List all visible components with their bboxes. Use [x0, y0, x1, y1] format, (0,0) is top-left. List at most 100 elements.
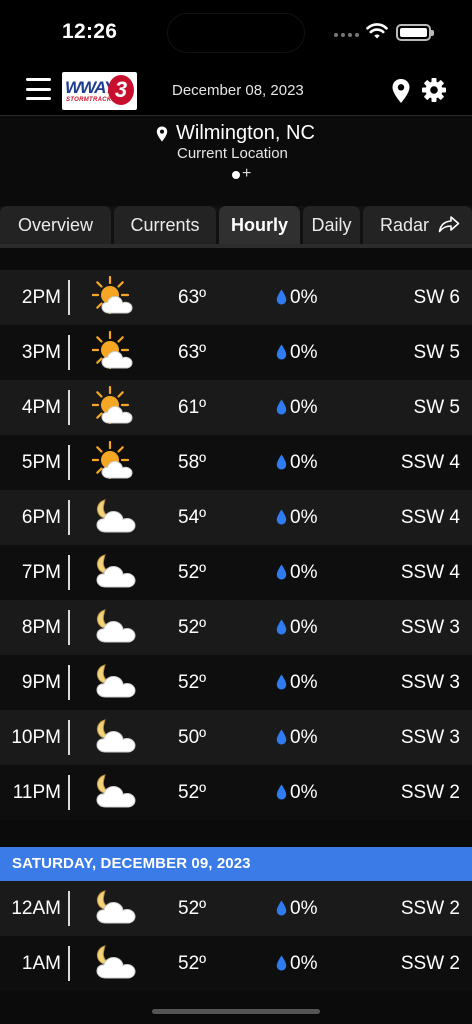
partly-sunny-icon — [92, 276, 133, 315]
partly-cloudy-night-icon — [96, 664, 136, 698]
row-divider — [68, 720, 70, 755]
precip-drop-icon — [276, 619, 287, 635]
hour-temperature: 52º — [178, 562, 207, 583]
precip-drop-icon — [276, 454, 287, 470]
page-indicator-dot[interactable] — [232, 171, 240, 179]
add-location-button[interactable]: + — [242, 165, 251, 183]
dynamic-island — [167, 13, 305, 53]
precip-drop-icon — [276, 399, 287, 415]
hour-wind: SSW 3 — [400, 727, 460, 748]
home-indicator[interactable] — [152, 1009, 320, 1014]
tomorrow-hours: 12AM 52º 0% SSW 2 1AM 52º 0% SSW 2 — [0, 881, 472, 991]
partly-sunny-icon — [92, 331, 133, 370]
precip-drop-icon — [276, 289, 287, 305]
partly-cloudy-night-icon — [96, 890, 136, 924]
hour-time: 12AM — [11, 898, 61, 919]
hour-temperature: 52º — [178, 953, 207, 974]
hour-row[interactable]: 8PM 52º 0% SSW 3 — [0, 600, 472, 655]
hour-precip-chance: 0% — [290, 452, 318, 473]
precip-drop-icon — [276, 674, 287, 690]
station-logo: WWAY STORMTRACK 3 — [62, 72, 137, 110]
hour-precip-chance: 0% — [290, 342, 318, 363]
partly-cloudy-night-icon — [96, 774, 136, 808]
precip-drop-icon — [276, 509, 287, 525]
precip-drop-icon — [276, 564, 287, 580]
hour-wind: SSW 2 — [400, 782, 460, 803]
hour-time: 2PM — [21, 287, 61, 308]
precip-drop-icon — [276, 900, 287, 916]
tab-overview[interactable]: Overview — [0, 206, 111, 244]
location-name: Wilmington, NC — [176, 122, 315, 144]
tab-hourly[interactable]: Hourly — [219, 206, 300, 244]
hour-temperature: 52º — [178, 617, 207, 638]
hour-temperature: 63º — [178, 342, 207, 363]
hour-time: 4PM — [21, 397, 61, 418]
row-divider — [68, 665, 70, 700]
location-pin-icon[interactable] — [391, 78, 411, 104]
precip-drop-icon — [276, 729, 287, 745]
hour-wind: SSW 4 — [400, 507, 460, 528]
hour-precip-chance: 0% — [290, 287, 318, 308]
precip-drop-icon — [276, 344, 287, 360]
hour-temperature: 63º — [178, 287, 207, 308]
hour-precip-chance: 0% — [290, 672, 318, 693]
location-selector[interactable]: Wilmington, NC Current Location + — [0, 117, 472, 192]
hour-row[interactable]: 10PM 50º 0% SSW 3 — [0, 710, 472, 765]
partly-sunny-icon — [92, 386, 133, 425]
hour-row[interactable]: 1AM 52º 0% SSW 2 — [0, 936, 472, 991]
hour-temperature: 61º — [178, 397, 207, 418]
settings-gear-icon[interactable] — [421, 77, 447, 103]
hour-temperature: 52º — [178, 672, 207, 693]
hour-row[interactable]: 4PM 61º 0% SW 5 — [0, 380, 472, 435]
hour-precip-chance: 0% — [290, 507, 318, 528]
tab-currents[interactable]: Currents — [114, 206, 216, 244]
hour-row[interactable]: 11PM 52º 0% SSW 2 — [0, 765, 472, 820]
hour-precip-chance: 0% — [290, 562, 318, 583]
hour-precip-chance: 0% — [290, 782, 318, 803]
hour-row[interactable]: 2PM 63º 0% SW 6 — [0, 270, 472, 325]
today-hours: 2PM 63º 0% SW 6 3PM 63º 0% SW 5 4PM 61º … — [0, 270, 472, 820]
partly-sunny-icon — [92, 441, 133, 480]
location-pin-icon — [156, 126, 168, 142]
wifi-icon — [366, 23, 388, 39]
hour-temperature: 52º — [178, 898, 207, 919]
app-header: WWAY STORMTRACK 3 December 08, 2023 — [0, 62, 472, 116]
tab-bar: Overview Currents Hourly Daily Radar — [0, 206, 472, 244]
tab-radar[interactable]: Radar — [363, 206, 472, 244]
hour-precip-chance: 0% — [290, 397, 318, 418]
hour-time: 3PM — [21, 342, 61, 363]
hour-time: 8PM — [21, 617, 61, 638]
hour-row[interactable]: 3PM 63º 0% SW 5 — [0, 325, 472, 380]
hour-temperature: 58º — [178, 452, 207, 473]
cellular-signal-icon — [334, 33, 359, 37]
hamburger-menu-icon[interactable] — [26, 78, 51, 100]
logo-channel-mark: 3 — [108, 75, 134, 105]
hour-wind: SSW 2 — [400, 898, 460, 919]
partly-cloudy-night-icon — [96, 609, 136, 643]
hour-row[interactable]: 5PM 58º 0% SSW 4 — [0, 435, 472, 490]
hour-row[interactable]: 7PM 52º 0% SSW 4 — [0, 545, 472, 600]
partly-cloudy-night-icon — [96, 945, 136, 979]
hourly-forecast-list[interactable]: 2PM 63º 0% SW 6 3PM 63º 0% SW 5 4PM 61º … — [0, 248, 472, 991]
hour-wind: SSW 3 — [400, 672, 460, 693]
hour-row[interactable]: 9PM 52º 0% SSW 3 — [0, 655, 472, 710]
precip-drop-icon — [276, 784, 287, 800]
row-divider — [68, 390, 70, 425]
row-divider — [68, 280, 70, 315]
tab-daily[interactable]: Daily — [303, 206, 360, 244]
precip-drop-icon — [276, 955, 287, 971]
hour-precip-chance: 0% — [290, 898, 318, 919]
row-divider — [68, 891, 70, 926]
hour-precip-chance: 0% — [290, 727, 318, 748]
hour-row[interactable]: 12AM 52º 0% SSW 2 — [0, 881, 472, 936]
hour-wind: SSW 2 — [400, 953, 460, 974]
hour-wind: SW 5 — [413, 397, 460, 418]
hour-wind: SW 6 — [413, 287, 460, 308]
row-divider — [68, 445, 70, 480]
row-divider — [68, 500, 70, 535]
hour-wind: SW 5 — [413, 342, 460, 363]
row-divider — [68, 946, 70, 981]
hour-time: 11PM — [12, 782, 61, 803]
location-subtitle: Current Location — [177, 145, 288, 162]
hour-row[interactable]: 6PM 54º 0% SSW 4 — [0, 490, 472, 545]
